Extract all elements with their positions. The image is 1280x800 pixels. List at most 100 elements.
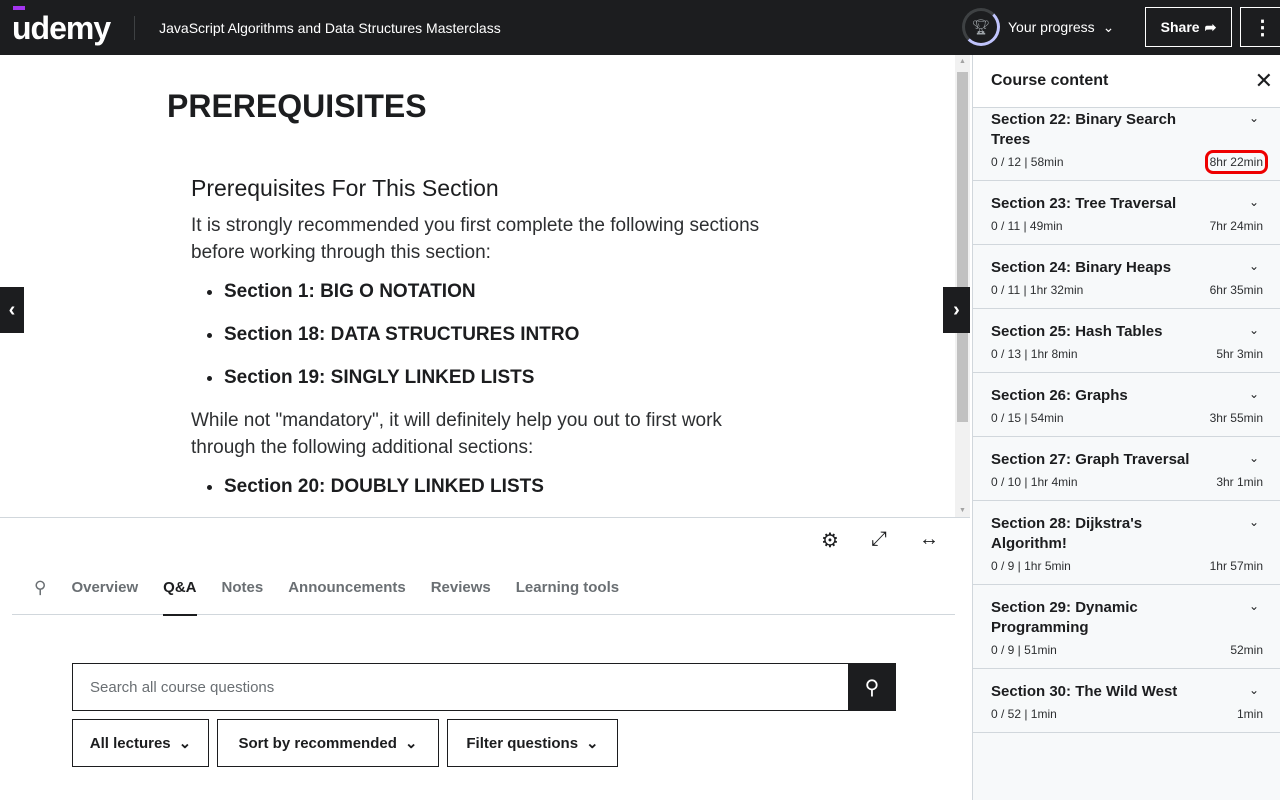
dropdown-label: All lectures [89, 734, 171, 752]
required-section: Section 19: SINGLY LINKED LISTS [224, 364, 771, 391]
tab-notes[interactable]: Notes [222, 565, 264, 615]
progress-button[interactable]: 🏆︎ Your progress ⌄ [962, 8, 1114, 46]
sort-dropdown[interactable]: Sort by recommended ⌄ [217, 719, 439, 767]
udemy-logo[interactable]: udemy [12, 5, 111, 46]
section-title: Section 27: Graph Traversal [991, 451, 1190, 468]
next-lecture-button[interactable]: › [943, 287, 970, 333]
section-item[interactable]: Section 28: Dijkstra's Algorithm! ⌄ 0 / 9 … [973, 501, 1280, 585]
section-progress: 0 / 9 | 1hr 5min [991, 559, 1071, 573]
intro-text: It is strongly recommended you first com… [191, 215, 760, 263]
share-label: Share [1160, 19, 1200, 35]
section-progress: 0 / 11 | 1hr 32min [991, 283, 1084, 297]
chevron-down-icon: ⌄ [178, 735, 192, 752]
filter-questions-dropdown[interactable]: Filter questions ⌄ [447, 719, 618, 767]
section-title: Section 26: Graphs [991, 387, 1128, 404]
section-duration: 8hr 22min [1204, 150, 1269, 174]
section-item[interactable]: Section 22: Binary Search Trees ⌄ 0 / 12 |… [973, 97, 1280, 181]
share-arrow-icon: ➦ [1204, 18, 1217, 35]
tab-reviews[interactable]: Reviews [431, 565, 491, 615]
chevron-down-icon: ⌄ [586, 735, 599, 752]
section-progress: 0 / 11 | 49min [991, 219, 1063, 233]
dropdown-label: Filter questions [466, 734, 579, 752]
section-item[interactable]: Section 23: Tree Traversal ⌄ 0 / 11 | 49mi… [973, 181, 1280, 245]
search-icon[interactable]: ⚲ [34, 565, 46, 615]
chevron-down-icon: ⌄ [1248, 387, 1259, 401]
share-button[interactable]: Share ➦ [1145, 7, 1232, 47]
close-icon[interactable]: ✕ [1255, 68, 1273, 94]
chevron-down-icon: ⌄ [1248, 111, 1259, 125]
sidebar-title: Course content [991, 72, 1109, 89]
tab-learning-tools[interactable]: Learning tools [516, 565, 619, 615]
chevron-down-icon: ⌄ [1248, 683, 1259, 697]
section-duration: 6hr 35min [1209, 283, 1263, 297]
chevron-down-icon: ⌄ [1248, 323, 1259, 337]
lecture-content: PREREQUISITES Prerequisites For This Sec… [0, 55, 955, 517]
top-header: udemy JavaScript Algorithms and Data Str… [0, 0, 1280, 55]
course-title[interactable]: JavaScript Algorithms and Data Structure… [159, 20, 501, 36]
course-tabs: ⚲ Overview Q&A Notes Announcements Revie… [12, 565, 955, 616]
lecture-scrollbar[interactable]: ▲ ▼ [955, 55, 970, 517]
all-lectures-dropdown[interactable]: All lectures ⌄ [72, 719, 209, 767]
section-title: Section 25: Hash Tables [991, 323, 1163, 340]
chevron-down-icon: ⌄ [1248, 195, 1259, 209]
chevron-down-icon: ⌄ [1248, 599, 1259, 613]
chevron-down-icon: ⌄ [1248, 259, 1259, 273]
section-title: Section 29: Dynamic Programming [991, 599, 1138, 636]
section-progress: 0 / 9 | 51min [991, 643, 1057, 657]
section-title: Section 24: Binary Heaps [991, 259, 1172, 276]
lecture-title: PREREQUISITES [167, 88, 427, 124]
progress-label: Your progress [1008, 19, 1095, 35]
section-progress: 0 / 52 | 1min [991, 707, 1057, 721]
chevron-right-icon: › [953, 298, 960, 321]
logo-text: udemy [12, 9, 111, 46]
section-title: Section 30: The Wild West [991, 683, 1178, 700]
fullscreen-icon[interactable]: ⤢ [871, 528, 887, 551]
section-progress: 0 / 12 | 58min [991, 155, 1064, 169]
expand-width-icon[interactable]: ↔ [919, 528, 939, 551]
optional-section: Section 20: DOUBLY LINKED LISTS [224, 473, 771, 500]
dropdown-label: Sort by recommended [238, 734, 397, 752]
tab-overview[interactable]: Overview [71, 565, 138, 615]
tab-announcements[interactable]: Announcements [288, 565, 406, 615]
section-item[interactable]: Section 29: Dynamic Programming ⌄ 0 / 9 | … [973, 585, 1280, 669]
qa-search-input[interactable] [72, 663, 848, 711]
chevron-down-icon: ⌄ [1248, 515, 1259, 529]
course-content-sidebar: Course content ✕ Section 22: Binary Searc… [972, 55, 1280, 800]
trophy-icon: 🏆︎ [962, 8, 1000, 46]
section-item[interactable]: Section 30: The Wild West ⌄ 0 / 52 | 1min 1… [973, 669, 1280, 733]
section-duration: 7hr 24min [1209, 219, 1263, 233]
chevron-down-icon: ⌄ [404, 735, 418, 752]
section-item[interactable]: Section 24: Binary Heaps ⌄ 0 / 11 | 1hr 32… [973, 245, 1280, 309]
lecture-controls: ⚙ ⤢ ↔ [0, 517, 970, 565]
previous-lecture-button[interactable]: ‹ [0, 287, 24, 333]
settings-icon[interactable]: ⚙ [821, 528, 839, 553]
required-section: Section 18: DATA STRUCTURES INTRO [224, 321, 771, 348]
section-title: Section 23: Tree Traversal [991, 195, 1177, 212]
chevron-down-icon: ⌄ [1248, 451, 1259, 465]
search-button[interactable]: ⚲ [848, 663, 896, 711]
section-progress: 0 / 13 | 1hr 8min [991, 347, 1078, 361]
section-duration: 1min [1236, 707, 1263, 721]
search-icon: ⚲ [864, 676, 880, 699]
section-duration: 5hr 3min [1216, 347, 1263, 361]
required-section: Section 1: BIG O NOTATION [224, 278, 771, 305]
section-list[interactable]: Section 22: Binary Search Trees ⌄ 0 / 12 |… [973, 97, 1280, 733]
sidebar-header: Course content ✕ [973, 55, 1280, 108]
section-progress: 0 / 15 | 54min [991, 411, 1064, 425]
divider [134, 15, 136, 40]
section-title: Section 22: Binary Search Trees [991, 111, 1177, 148]
tab-qa[interactable]: Q&A [163, 565, 197, 616]
section-title: Section 28: Dijkstra's Algorithm! [991, 515, 1143, 552]
section-duration: 3hr 1min [1216, 475, 1263, 489]
kebab-icon: ⋮ [1252, 16, 1273, 39]
optional-intro-text: While not "mandatory", it will definitel… [191, 410, 722, 458]
section-progress: 0 / 10 | 1hr 4min [991, 475, 1078, 489]
section-duration: 1hr 57min [1209, 559, 1263, 573]
section-item[interactable]: Section 26: Graphs ⌄ 0 / 15 | 54min 3hr 55m… [973, 373, 1280, 437]
lecture-subheading: Prerequisites For This Section [191, 175, 499, 201]
chevron-down-icon: ⌄ [1102, 18, 1115, 35]
chevron-left-icon: ‹ [8, 298, 16, 321]
more-options-button[interactable]: ⋮ [1240, 7, 1280, 47]
section-item[interactable]: Section 27: Graph Traversal ⌄ 0 / 10 | 1hr… [973, 437, 1280, 501]
section-item[interactable]: Section 25: Hash Tables ⌄ 0 / 13 | 1hr 8mi… [973, 309, 1280, 373]
